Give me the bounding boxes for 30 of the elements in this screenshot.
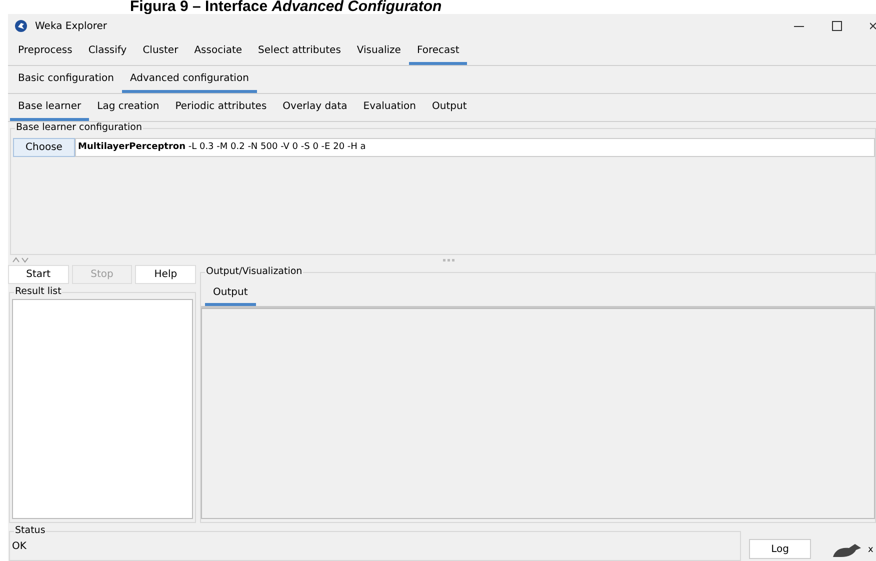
tab[interactable]: Cluster	[134, 38, 186, 65]
window-title: Weka Explorer	[35, 20, 108, 32]
figure-caption: Figura 9 – Interface Advanced Configuraton	[129, 0, 443, 14]
run-button[interactable]: Help	[135, 265, 196, 284]
tab[interactable]: Preprocess	[10, 38, 80, 65]
task-count: x	[868, 545, 874, 555]
tab[interactable]: Select attributes	[250, 38, 349, 65]
run-button[interactable]: Start	[8, 265, 69, 284]
tab[interactable]: Advanced configuration	[122, 66, 257, 93]
tab[interactable]: Visualize	[348, 38, 409, 65]
status-message: OK	[12, 541, 26, 552]
tab[interactable]: Lag creation	[89, 94, 168, 121]
maximize-icon[interactable]	[832, 21, 842, 31]
group-title: Base learner configuration	[15, 122, 144, 134]
splitter-handle-icon[interactable]	[443, 258, 455, 262]
tab[interactable]: Classify	[80, 38, 135, 65]
tab[interactable]: Basic configuration	[10, 66, 122, 93]
bird-logo-icon	[15, 20, 27, 32]
tab[interactable]: Overlay data	[274, 94, 356, 121]
group-title: Output/Visualization	[205, 266, 304, 278]
classifier-field[interactable]: MultilayerPerceptron -L 0.3 -M 0.2 -N 500 -V 0 -S 0 -E 20 -H a	[75, 138, 875, 157]
tab[interactable]: Periodic attributes	[167, 94, 275, 121]
choose-button[interactable]: Choose	[13, 138, 75, 157]
tab[interactable]: Output	[205, 281, 256, 306]
tab[interactable]: Forecast	[408, 38, 468, 65]
tab[interactable]: Associate	[186, 38, 250, 65]
log-button[interactable]: Log	[749, 539, 811, 559]
close-icon[interactable]	[870, 21, 876, 31]
tab[interactable]: Evaluation	[355, 94, 424, 121]
tab[interactable]: Output	[424, 94, 475, 121]
